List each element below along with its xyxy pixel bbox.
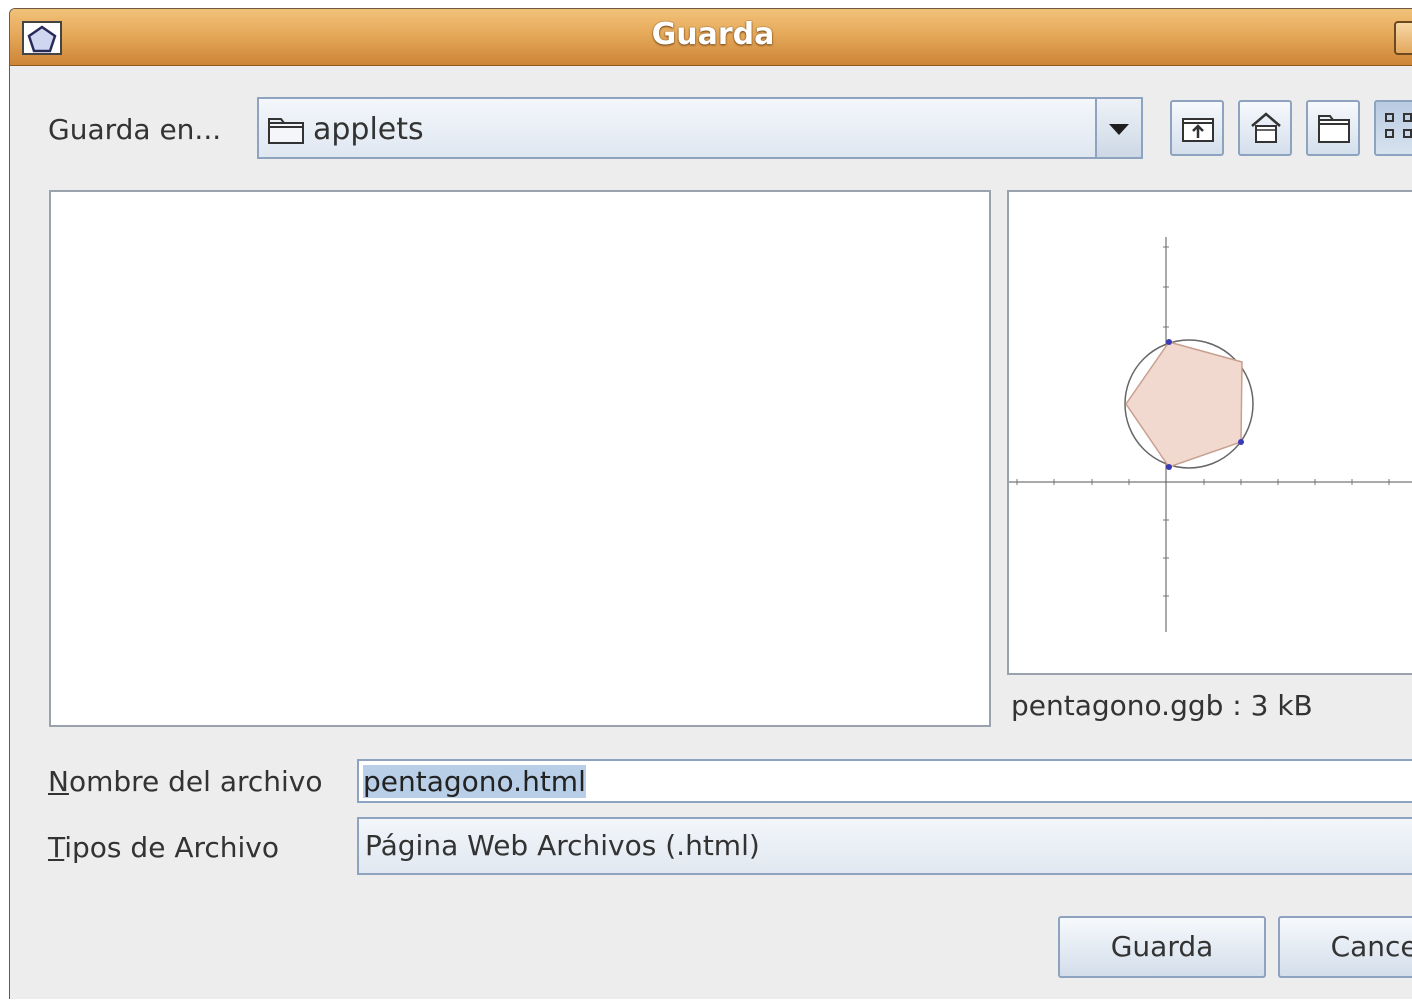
save-dialog: Guarda Guarda en... applets pentagono.gg… (9, 8, 1412, 999)
filetype-mnemonic: T (48, 831, 65, 864)
save-in-value: applets (313, 112, 424, 147)
new-folder-icon (1318, 115, 1350, 143)
filetype-label-rest: ipos de Archivo (64, 831, 279, 864)
home-icon (1251, 112, 1281, 143)
filename-label-rest: ombre del archivo (68, 765, 323, 798)
up-folder-button[interactable] (1170, 100, 1224, 156)
window-title: Guarda (651, 17, 775, 52)
filetype-value: Página Web Archivos (.html) (365, 829, 760, 862)
preview-caption: pentagono.ggb : 3 kB (1011, 689, 1313, 722)
file-preview (1007, 190, 1412, 675)
list-view-button[interactable] (1374, 100, 1412, 156)
save-in-label: Guarda en... (48, 113, 222, 146)
save-button[interactable]: Guarda (1058, 916, 1266, 978)
home-button[interactable] (1238, 100, 1292, 156)
save-in-combo[interactable]: applets (257, 97, 1143, 159)
filename-input[interactable]: pentagono.html (363, 765, 586, 798)
filename-label: Nombre del archivo (48, 765, 323, 798)
cancel-button[interactable]: Cancel (1278, 916, 1412, 978)
new-folder-button[interactable] (1306, 100, 1360, 156)
folder-icon (268, 118, 304, 144)
chevron-down-icon[interactable] (1095, 99, 1141, 157)
maximize-button[interactable] (1394, 21, 1412, 55)
filetype-select[interactable]: Página Web Archivos (.html) (357, 817, 1412, 875)
filename-field[interactable]: pentagono.html (357, 759, 1412, 803)
pentagon-preview-image (1009, 237, 1412, 632)
filetype-label: Tipos de Archivo (48, 831, 279, 864)
list-view-icon (1385, 113, 1412, 138)
file-list[interactable] (49, 190, 991, 727)
filename-mnemonic: N (48, 765, 69, 798)
up-folder-icon (1182, 118, 1214, 142)
title-bar[interactable]: Guarda (10, 9, 1412, 66)
